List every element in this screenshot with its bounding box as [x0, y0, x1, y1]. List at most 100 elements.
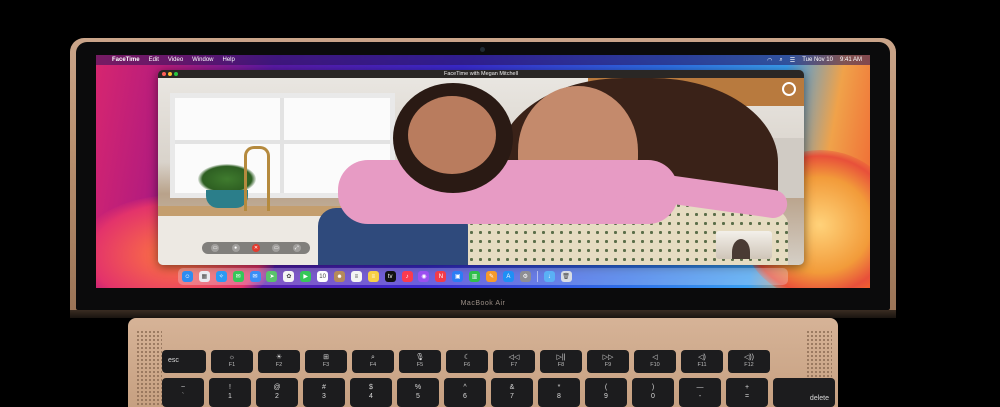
maps-icon[interactable]: ➤ [266, 271, 278, 282]
key-label: ☼ [228, 354, 236, 361]
key-shift-label: ^ [463, 384, 467, 392]
key-label: 6 [463, 392, 467, 400]
key-label: - [698, 392, 702, 400]
key-label: 7 [510, 392, 514, 400]
number-key[interactable]: (9 [585, 378, 627, 407]
music-icon[interactable]: ♪ [401, 271, 413, 282]
menu-clock-date[interactable]: Tue Nov 10 [802, 57, 833, 63]
number-key[interactable]: % 5 [397, 378, 439, 407]
key-label: 9 [604, 392, 608, 400]
menu-clock-time[interactable]: 9:41 AM [840, 57, 862, 63]
control-center-icon[interactable]: ☰ [790, 57, 795, 64]
key-shift-label: ) [651, 384, 655, 392]
system-preferences-icon[interactable]: ⚙ [519, 271, 531, 282]
menu-item-help[interactable]: Help [223, 57, 235, 63]
key-sublabel: F11 [697, 362, 707, 369]
number-key[interactable]: + = [726, 378, 768, 407]
number-key[interactable]: ) 0 [632, 378, 674, 407]
escape-key[interactable]: esc [162, 350, 206, 373]
menu-item-edit[interactable]: Edit [149, 57, 159, 63]
function-key-f11[interactable]: ◁) F11 [681, 350, 723, 373]
keynote-icon[interactable]: ▣ [452, 271, 464, 282]
key-label: ▷▷ [602, 354, 614, 361]
sidebar-icon[interactable]: ▭ [211, 244, 220, 252]
podcasts-icon[interactable]: ◉ [418, 271, 430, 282]
key-shift-label: * [557, 384, 561, 392]
delete-key[interactable]: delete [773, 378, 835, 407]
downloads-folder-icon[interactable]: ↓ [543, 271, 555, 282]
laptop-hinge [70, 310, 896, 318]
mail-icon[interactable]: ✉ [249, 271, 261, 282]
launchpad-icon[interactable]: ▦ [198, 271, 210, 282]
menu-item-window[interactable]: Window [192, 57, 213, 63]
news-icon[interactable]: N [435, 271, 447, 282]
key-label: 4 [369, 392, 373, 400]
reminders-icon[interactable]: ≡ [350, 271, 362, 282]
app-store-icon[interactable]: A [502, 271, 514, 282]
minimize-window-icon[interactable] [168, 72, 172, 76]
function-key-f12[interactable]: ◁)) F12 [728, 350, 770, 373]
number-key[interactable]: @2 [256, 378, 298, 407]
key-shift-label: ~ [180, 384, 186, 392]
search-icon[interactable]: ⌕ [779, 57, 782, 64]
messages-icon[interactable]: ✉ [232, 271, 244, 282]
function-key-f7[interactable]: ◁◁ F7 [493, 350, 535, 373]
number-key[interactable]: ~ ` [162, 378, 204, 407]
key-shift-label: & [509, 384, 515, 392]
pages-icon[interactable]: ✎ [486, 271, 498, 282]
trash-icon[interactable]: 🗑 [560, 271, 572, 282]
key-sublabel: F8 [557, 362, 565, 369]
self-view-pip[interactable] [716, 231, 772, 259]
mute-icon[interactable]: ● [231, 244, 240, 252]
dock: ☺ ▦ ✧ ✉ ✉ ➤ ✿ ▶ 10 ☻ ≡ ≡ tv ♪ ◉ N ▣ ▥ ✎ A ⚙ ↓ 🗑 [178, 268, 788, 285]
notes-icon[interactable]: ≡ [367, 271, 379, 282]
calendar-icon[interactable]: 10 [317, 271, 329, 282]
number-key[interactable]: ! 1 [209, 378, 251, 407]
facetime-window[interactable]: FaceTime with Megan Mitchell ▭ ● ✕ ▭ ⤢ [158, 70, 804, 265]
facetime-titlebar: FaceTime with Megan Mitchell [158, 70, 804, 78]
function-key-f8[interactable]: ▷|| F8 [540, 350, 582, 373]
tv-icon[interactable]: tv [384, 271, 396, 282]
number-key[interactable]: #3 [303, 378, 345, 407]
function-key-f1[interactable]: ☼ F1 [211, 350, 253, 373]
key-label: ` [181, 392, 185, 400]
fullscreen-icon[interactable]: ⤢ [292, 244, 301, 252]
function-key-f10[interactable]: ◁ F10 [634, 350, 676, 373]
wifi-icon[interactable]: ◠ [767, 57, 772, 64]
key-sublabel: F4 [369, 362, 377, 369]
dock-separator [536, 271, 538, 282]
record-button[interactable] [782, 82, 796, 96]
close-window-icon[interactable] [162, 72, 166, 76]
function-key-f4[interactable]: ⌕ F4 [352, 350, 394, 373]
facetime-icon[interactable]: ▶ [300, 271, 312, 282]
key-label: ◁◁ [508, 354, 520, 361]
key-label: 5 [416, 392, 420, 400]
finder-icon[interactable]: ☺ [182, 271, 193, 282]
end-call-icon[interactable]: ✕ [251, 244, 260, 252]
key-shift-label: % [414, 384, 422, 392]
function-key-f5[interactable]: 🎙 F5 [399, 350, 441, 373]
number-key-row: ~ `! 1 @2 #3 $4% 5 ^ 6 & 7 * 8(9) 0— - + = delete [162, 378, 840, 407]
number-key[interactable]: * 8 [538, 378, 580, 407]
camera-toggle-icon[interactable]: ▭ [272, 244, 281, 252]
function-key-f2[interactable]: ☀ F2 [258, 350, 300, 373]
number-key[interactable]: ^ 6 [444, 378, 486, 407]
zoom-window-icon[interactable] [174, 72, 178, 76]
photos-icon[interactable]: ✿ [283, 271, 295, 282]
camera-icon [480, 47, 485, 52]
number-key[interactable]: — - [679, 378, 721, 407]
menu-item-video[interactable]: Video [168, 57, 183, 63]
safari-icon[interactable]: ✧ [215, 271, 227, 282]
key-sublabel: F3 [322, 362, 330, 369]
facetime-video-feed [158, 78, 804, 265]
function-key-f6[interactable]: ☾ F6 [446, 350, 488, 373]
function-key-f3[interactable]: ⊞ F3 [305, 350, 347, 373]
facetime-window-title: FaceTime with Megan Mitchell [443, 71, 519, 77]
function-key-f9[interactable]: ▷▷ F9 [587, 350, 629, 373]
menu-app-name[interactable]: FaceTime [112, 57, 140, 63]
numbers-icon[interactable]: ▥ [469, 271, 481, 282]
number-key[interactable]: & 7 [491, 378, 533, 407]
number-key[interactable]: $4 [350, 378, 392, 407]
key-shift-label: ( [604, 384, 608, 392]
contacts-icon[interactable]: ☻ [334, 271, 346, 282]
